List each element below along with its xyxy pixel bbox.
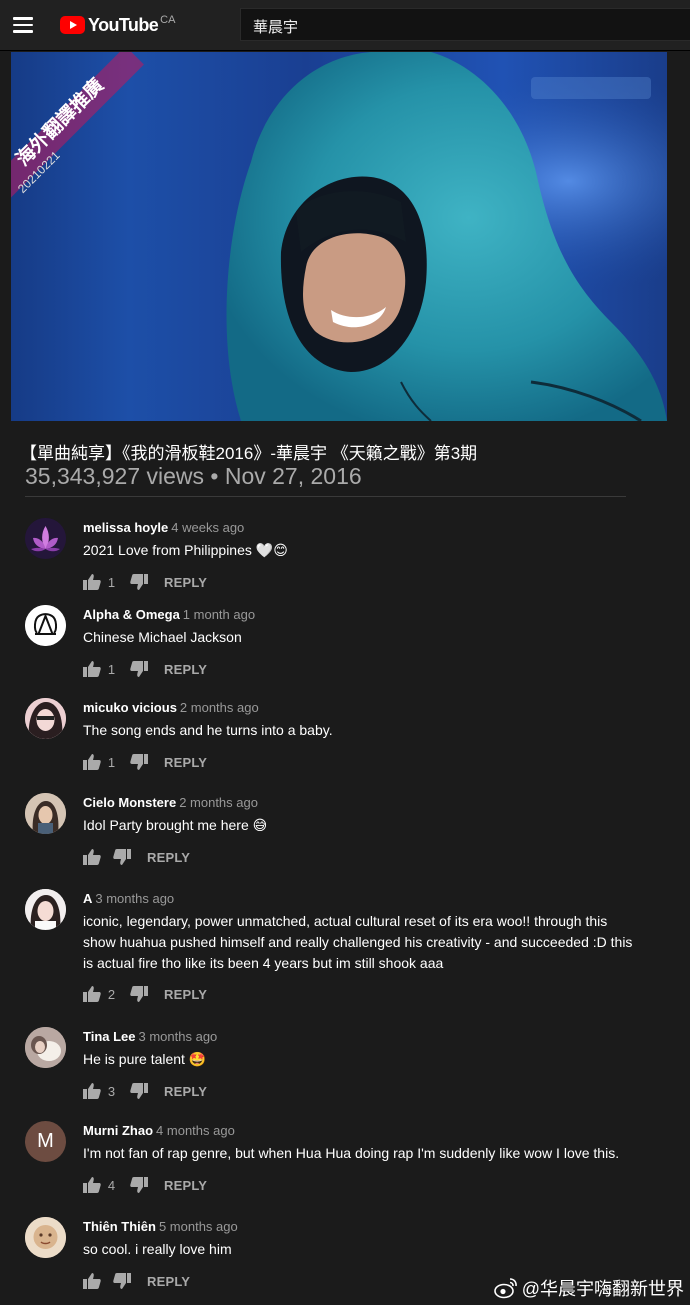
video-frame-image — [11, 52, 667, 421]
comment-actions: 4 REPLY — [83, 1177, 207, 1193]
comment-text: The song ends and he turns into a baby. — [83, 722, 333, 738]
like-count: 2 — [107, 986, 116, 1002]
comment-actions: REPLY — [83, 1273, 190, 1289]
comment-author[interactable]: Alpha & Omega — [83, 607, 180, 622]
comment-author[interactable]: Murni Zhao — [83, 1123, 153, 1138]
comment-actions: 1 REPLY — [83, 754, 207, 770]
watermark-text: @华晨宇嗨翻新世界 — [521, 1279, 684, 1299]
search-input[interactable]: 華晨宇 — [240, 8, 690, 41]
comment-text: I'm not fan of rap genre, but when Hua H… — [83, 1145, 620, 1161]
thumbs-down-icon[interactable] — [113, 849, 131, 865]
avatar[interactable] — [25, 698, 66, 739]
thumbs-down-icon[interactable] — [130, 754, 148, 770]
comment-time[interactable]: 2 months ago — [180, 700, 259, 715]
logo-text: YouTube — [88, 15, 159, 35]
comment-actions: 2 REPLY — [83, 986, 207, 1002]
video-views-date: 35,343,927 views • Nov 27, 2016 — [25, 463, 362, 489]
thumbs-down-icon[interactable] — [130, 986, 148, 1002]
thumbs-up-icon[interactable] — [83, 849, 101, 865]
thumbs-up-icon[interactable] — [83, 661, 101, 677]
thumbs-up-icon[interactable] — [83, 574, 101, 590]
hamburger-menu-icon[interactable] — [13, 17, 33, 33]
youtube-logo[interactable]: YouTube CA — [60, 13, 175, 37]
user-avatar-icon — [25, 1027, 66, 1068]
avatar[interactable] — [25, 518, 66, 559]
avatar[interactable] — [25, 793, 66, 834]
like-count: 1 — [107, 661, 116, 677]
video-title: 【單曲純享】《我的滑板鞋2016》-華晨宇 《天籟之戰》第3期 — [20, 444, 478, 463]
comment-time[interactable]: 5 months ago — [159, 1219, 238, 1234]
comment-time[interactable]: 3 months ago — [139, 1029, 218, 1044]
avatar[interactable] — [25, 889, 66, 930]
divider — [25, 496, 626, 497]
thumbs-up-icon[interactable] — [83, 986, 101, 1002]
comment-text: Chinese Michael Jackson — [83, 629, 242, 645]
thumbs-up-icon[interactable] — [83, 754, 101, 770]
comment-actions: 1 REPLY — [83, 661, 207, 677]
reply-button[interactable]: REPLY — [147, 850, 190, 865]
comment-actions: 1 REPLY — [83, 574, 207, 590]
comment-text: so cool. i really love him — [83, 1241, 232, 1257]
reply-button[interactable]: REPLY — [164, 662, 207, 677]
thumbs-up-icon[interactable] — [83, 1273, 101, 1289]
video-player[interactable]: 海外翻譯推廣 20210221 — [11, 52, 667, 421]
thumbs-down-icon[interactable] — [130, 1177, 148, 1193]
like-count: 1 — [107, 574, 116, 590]
avatar-letter: M — [37, 1130, 54, 1152]
comment-time[interactable]: 2 months ago — [179, 795, 258, 810]
comment-author[interactable]: micuko vicious — [83, 700, 177, 715]
thumbs-down-icon[interactable] — [130, 661, 148, 677]
comment-time[interactable]: 3 months ago — [95, 891, 174, 906]
comment-time[interactable]: 1 month ago — [183, 607, 255, 622]
comment-text: iconic, legendary, power unmatched, actu… — [83, 913, 633, 971]
user-avatar-icon — [25, 698, 66, 739]
thumbs-down-icon[interactable] — [130, 1083, 148, 1099]
reply-button[interactable]: REPLY — [147, 1274, 190, 1289]
avatar[interactable] — [25, 1217, 66, 1258]
comment-time[interactable]: 4 months ago — [156, 1123, 235, 1138]
youtube-play-icon — [60, 16, 85, 34]
avatar[interactable] — [25, 1027, 66, 1068]
reply-button[interactable]: REPLY — [164, 755, 207, 770]
avatar[interactable] — [25, 605, 66, 646]
weibo-icon — [493, 1278, 517, 1299]
reply-button[interactable]: REPLY — [164, 1178, 207, 1193]
comment-author[interactable]: melissa hoyle — [83, 520, 168, 535]
reply-button[interactable]: REPLY — [164, 575, 207, 590]
comment-actions: REPLY — [83, 849, 190, 865]
alpha-omega-avatar-icon — [25, 605, 66, 646]
thumbs-up-icon[interactable] — [83, 1177, 101, 1193]
thumbs-down-icon[interactable] — [113, 1273, 131, 1289]
comment-time[interactable]: 4 weeks ago — [171, 520, 244, 535]
comment-author[interactable]: Tina Lee — [83, 1029, 136, 1044]
country-code: CA — [160, 14, 176, 26]
like-count: 1 — [107, 754, 116, 770]
comment-author[interactable]: A — [83, 891, 92, 906]
user-avatar-icon — [25, 889, 66, 930]
weibo-watermark: @华晨宇嗨翻新世界 — [493, 1275, 684, 1301]
top-bar: YouTube CA 華晨宇 — [0, 0, 690, 51]
like-count: 4 — [107, 1177, 116, 1193]
reply-button[interactable]: REPLY — [164, 1084, 207, 1099]
comment-text: He is pure talent 🤩 — [83, 1051, 207, 1067]
avatar[interactable]: M — [25, 1121, 66, 1162]
user-avatar-icon — [25, 793, 66, 834]
user-avatar-icon — [25, 1217, 66, 1258]
comment-author[interactable]: Thiên Thiên — [83, 1219, 156, 1234]
lotus-avatar-icon — [25, 518, 66, 559]
reply-button[interactable]: REPLY — [164, 987, 207, 1002]
comment-actions: 3 REPLY — [83, 1083, 207, 1099]
comment-text: 2021 Love from Philippines 🤍😊 — [83, 542, 288, 558]
like-count: 3 — [107, 1083, 116, 1099]
comment-author[interactable]: Cielo Monstere — [83, 795, 176, 810]
thumbs-down-icon[interactable] — [130, 574, 148, 590]
thumbs-up-icon[interactable] — [83, 1083, 101, 1099]
comment-text: Idol Party brought me here 😅 — [83, 817, 268, 833]
